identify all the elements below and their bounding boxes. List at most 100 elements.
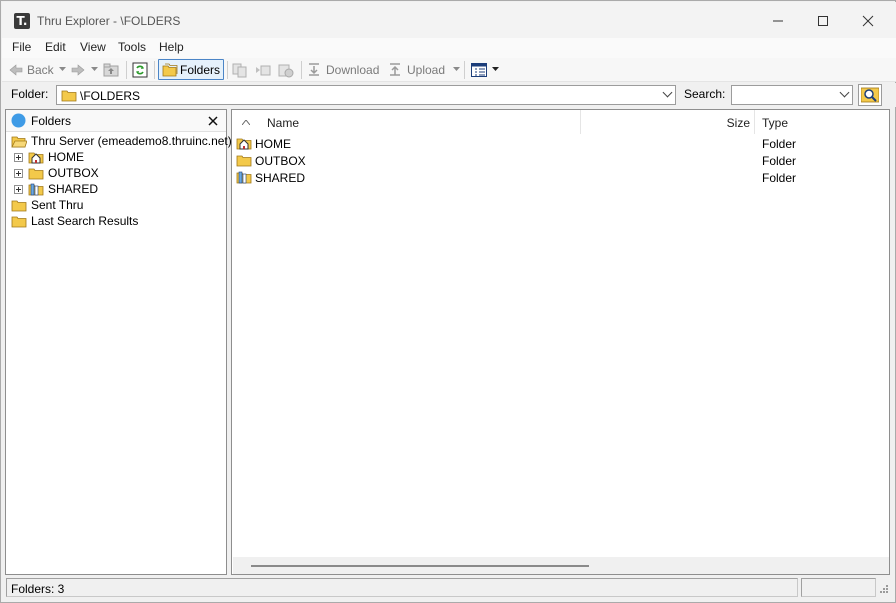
file-list-pane: Name Size Type HOME Folder OUTBOX Folder… <box>231 109 890 575</box>
close-button[interactable] <box>845 6 891 36</box>
tree-item-label: SHARED <box>48 182 99 196</box>
tree-item-last-search[interactable]: Last Search Results <box>11 213 138 229</box>
back-arrow-icon <box>9 64 23 76</box>
item-name: HOME <box>255 137 291 151</box>
chevron-down-icon <box>662 87 673 98</box>
tree-item-sent-thru[interactable]: Sent Thru <box>11 197 83 213</box>
scrollbar-thumb[interactable] <box>251 565 589 567</box>
tree-item-label: Sent Thru <box>31 198 84 212</box>
address-bar: Folder: \FOLDERS Search: <box>2 83 896 107</box>
column-label: Name <box>267 116 300 130</box>
minimize-button[interactable] <box>755 6 801 36</box>
search-button[interactable] <box>858 84 882 106</box>
folder-icon <box>11 216 27 228</box>
menu-edit[interactable]: Edit <box>45 40 66 54</box>
expand-icon[interactable] <box>14 184 23 194</box>
column-label: Size <box>726 116 750 130</box>
toolbar: Back Folders Download Upload <box>2 58 896 82</box>
close-icon <box>862 15 874 27</box>
upload-icon <box>390 63 400 76</box>
tree-item-label: Last Search Results <box>31 214 139 228</box>
folder-icon <box>11 200 27 212</box>
folders-label: Folders <box>180 63 221 77</box>
forward-arrow-icon[interactable] <box>70 62 86 78</box>
item-type: Folder <box>762 154 797 168</box>
list-item[interactable]: SHARED Folder <box>236 169 886 186</box>
toolbar-separator <box>464 61 465 79</box>
globe-icon <box>11 113 26 128</box>
folder-icon <box>236 155 252 167</box>
download-icon <box>309 63 319 76</box>
expand-icon[interactable] <box>14 152 23 162</box>
menu-tools[interactable]: Tools <box>118 40 146 54</box>
view-grid-icon[interactable] <box>471 62 487 78</box>
back-dropdown-icon[interactable] <box>59 67 66 72</box>
folder-label: Folder: <box>11 87 49 101</box>
home-folder-icon <box>28 152 44 164</box>
toolbar-separator <box>301 61 302 79</box>
sort-ascending-icon <box>242 120 250 125</box>
tree-header: Folders <box>6 110 226 132</box>
window-title: Thru Explorer - \FOLDERS <box>37 14 181 28</box>
resize-grip-icon[interactable] <box>877 584 889 596</box>
tree-header-title: Folders <box>31 114 72 128</box>
maximize-button[interactable] <box>800 6 846 36</box>
forward-dropdown-icon[interactable] <box>91 67 98 72</box>
column-header-size[interactable]: Size <box>582 110 755 134</box>
tree-item-home[interactable]: HOME <box>14 149 84 165</box>
download-label: Download <box>326 63 380 77</box>
app-icon: T. <box>14 13 30 29</box>
column-header-name[interactable]: Name <box>232 110 581 134</box>
shared-folder-icon <box>236 171 252 184</box>
toolbar-separator <box>154 61 155 79</box>
column-header-type[interactable]: Type <box>756 110 889 134</box>
status-folders-count: Folders: 3 <box>11 582 65 596</box>
view-dropdown-icon[interactable] <box>492 67 499 72</box>
menu-view[interactable]: View <box>80 40 106 54</box>
status-panel-secondary <box>801 578 876 597</box>
upload-button[interactable]: Upload <box>388 62 448 78</box>
item-type: Folder <box>762 137 797 151</box>
list-item[interactable]: HOME Folder <box>236 135 886 152</box>
expand-icon[interactable] <box>14 168 23 178</box>
tree-item-label: OUTBOX <box>48 166 99 180</box>
list-item[interactable]: OUTBOX Folder <box>236 152 886 169</box>
folder-tree-pane: Folders Thru Server (emeademo8.thruinc.n… <box>5 109 232 575</box>
folder-combobox[interactable]: \FOLDERS <box>56 85 676 105</box>
refresh-icon[interactable] <box>132 62 148 78</box>
tree-item-label: HOME <box>48 150 84 164</box>
folders-icon <box>162 63 178 77</box>
status-panel-main: Folders: 3 <box>6 578 798 597</box>
back-button[interactable]: Back <box>8 62 60 78</box>
tree-item-outbox[interactable]: OUTBOX <box>14 165 99 181</box>
download-button[interactable]: Download <box>307 62 383 78</box>
move-icon[interactable] <box>255 62 271 78</box>
up-folder-icon[interactable] <box>103 62 119 78</box>
horizontal-scrollbar[interactable] <box>233 557 889 574</box>
item-name: SHARED <box>255 171 306 185</box>
upload-dropdown-icon[interactable] <box>453 67 460 72</box>
maximize-icon <box>818 16 828 26</box>
menu-help[interactable]: Help <box>159 40 184 54</box>
column-label: Type <box>762 116 789 130</box>
tree-item-shared[interactable]: SHARED <box>14 181 98 197</box>
title-bar: T. Thru Explorer - \FOLDERS <box>2 2 896 38</box>
toolbar-separator <box>126 61 127 79</box>
search-combobox[interactable] <box>731 85 853 105</box>
delete-icon[interactable] <box>278 62 294 78</box>
item-name: OUTBOX <box>255 154 306 168</box>
folder-path-value: \FOLDERS <box>80 89 141 103</box>
home-folder-icon <box>236 138 252 150</box>
tree-item-server[interactable]: Thru Server (emeademo8.thruinc.net) <box>11 133 232 149</box>
menu-file[interactable]: File <box>12 40 31 54</box>
close-pane-icon[interactable] <box>208 116 218 126</box>
folders-toggle-button[interactable]: Folders <box>158 59 224 80</box>
item-type: Folder <box>762 171 797 185</box>
shared-folder-icon <box>28 183 44 196</box>
upload-label: Upload <box>407 63 446 77</box>
search-icon <box>861 87 879 103</box>
search-label: Search: <box>684 87 726 101</box>
app-window: T. Thru Explorer - \FOLDERS File Edit Vi… <box>0 0 896 603</box>
folder-icon <box>61 90 77 102</box>
copy-icon[interactable] <box>232 62 248 78</box>
